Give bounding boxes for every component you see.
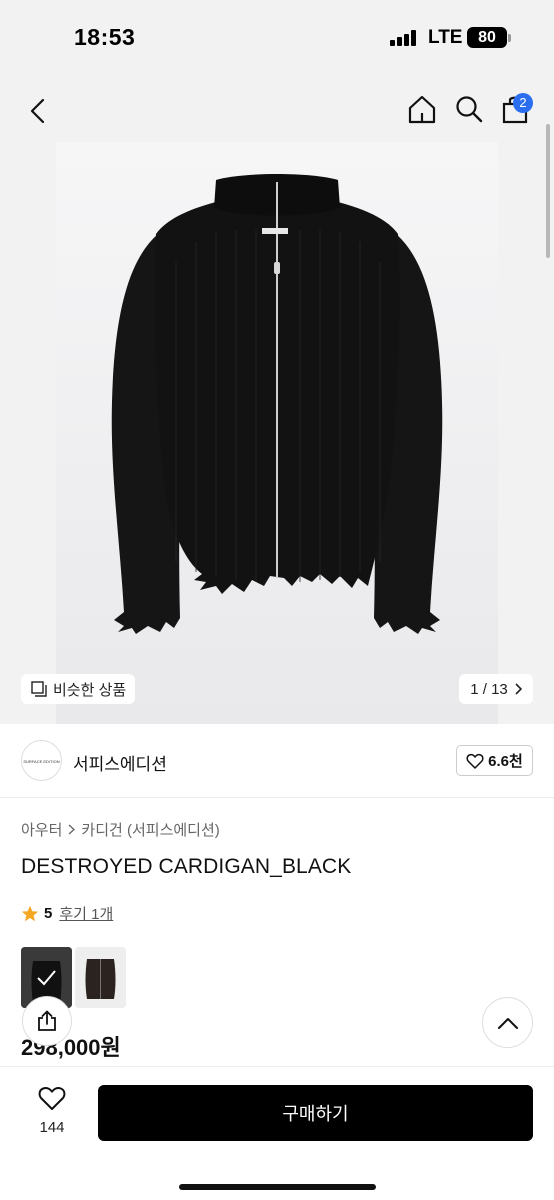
breadcrumb: 아우터 카디건 (서피스에디션) [21,819,220,840]
scroll-indicator[interactable] [546,124,550,258]
brand-like-button[interactable]: 6.6천 [456,745,533,776]
wishlist-button[interactable]: 144 [26,1085,78,1136]
chevron-right-icon [68,824,76,835]
brand-name[interactable]: 서피스에디션 [73,750,167,775]
image-counter-button[interactable]: 1 / 13 [459,674,533,704]
status-time: 18:53 [74,24,136,50]
rating-score: 5 [44,905,53,922]
heart-icon [466,753,484,769]
product-image[interactable] [56,142,498,724]
network-label: LTE [428,27,463,48]
search-icon[interactable] [454,94,484,124]
breadcrumb-subcategory[interactable]: 카디건 (서피스에디션) [81,819,219,840]
signal-icon [390,30,418,46]
share-icon [38,1010,56,1031]
battery-icon: 80 [467,27,507,48]
rating-row: 5 후기 1개 [21,903,113,924]
image-counter: 1 / 13 [470,680,508,698]
share-button[interactable] [22,996,72,1046]
similar-products-label: 비슷한 상품 [53,681,127,699]
cardigan-image [111,174,443,634]
brand-row[interactable]: SURFACE EDITION 서피스에디션 6.6천 [0,724,554,798]
breadcrumb-category[interactable]: 아우터 [21,819,62,840]
star-icon [21,905,39,921]
chevron-right-icon [515,683,522,695]
similar-icon [31,681,47,697]
brand-logo[interactable]: SURFACE EDITION [21,740,62,781]
home-indicator [179,1184,376,1190]
product-title: DESTROYED CARDIGAN_BLACK [21,855,352,878]
scroll-top-button[interactable] [482,997,533,1048]
bottom-action-bar: 144 구매하기 [0,1066,554,1200]
brand-like-count: 6.6천 [488,753,523,770]
home-icon[interactable] [407,94,437,124]
heart-icon [38,1087,66,1110]
similar-products-button[interactable]: 비슷한 상품 [21,674,136,704]
buy-button[interactable]: 구매하기 [98,1085,533,1141]
chevron-up-icon [497,1017,518,1029]
battery-tip [508,34,511,42]
color-thumbnail-brown[interactable] [75,947,126,1008]
status-bar: 18:53 LTE 80 [0,0,554,76]
cart-count-badge: 2 [513,93,533,113]
review-link[interactable]: 후기 1개 [59,903,113,924]
product-gallery[interactable]: 2 비슷한 상품 1 / 13 [0,76,554,724]
wishlist-count: 144 [39,1119,65,1136]
back-icon[interactable] [26,96,50,126]
